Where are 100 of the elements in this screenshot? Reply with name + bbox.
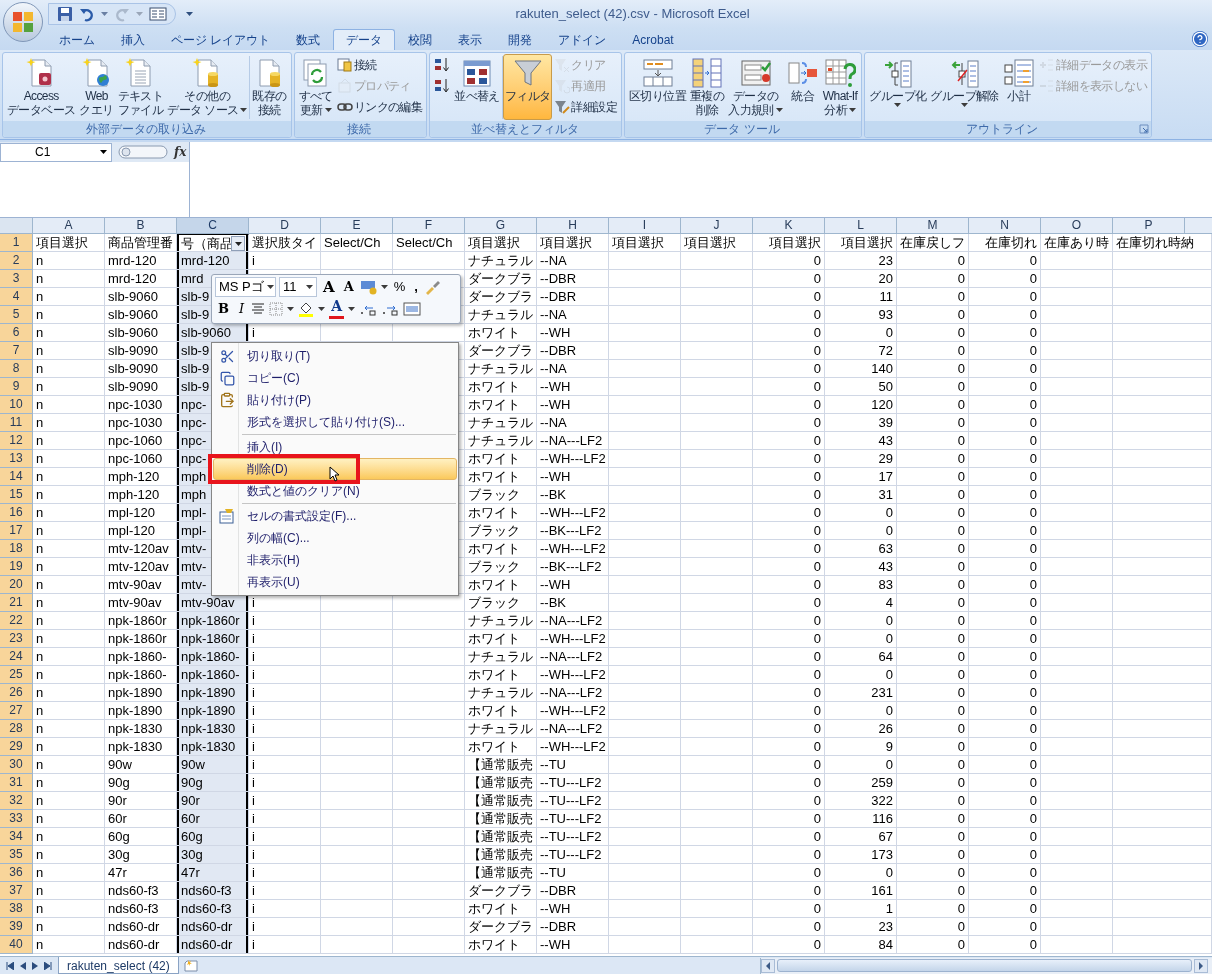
row-header[interactable]: 19 <box>0 558 33 576</box>
filter-dropdown-button[interactable] <box>231 236 245 251</box>
row-header[interactable]: 17 <box>0 522 33 540</box>
column-header[interactable]: I <box>609 218 681 234</box>
row-header[interactable]: 7 <box>0 342 33 360</box>
column-header[interactable]: B <box>105 218 177 234</box>
ribbon-button[interactable]: フィルタ <box>502 54 553 120</box>
ribbon-button[interactable]: 詳細設定 <box>552 96 619 117</box>
row-header[interactable]: 24 <box>0 648 33 666</box>
column-header[interactable]: J <box>681 218 753 234</box>
name-box[interactable]: C1 <box>0 142 112 162</box>
scroll-thumb[interactable] <box>777 959 1192 972</box>
ribbon-button[interactable]: 接続 <box>334 54 425 75</box>
row-header[interactable]: 15 <box>0 486 33 504</box>
row-header[interactable]: 13 <box>0 450 33 468</box>
ribbon-button[interactable]: テキスト ファイル <box>115 54 166 120</box>
row-header[interactable]: 29 <box>0 738 33 756</box>
comma-button[interactable]: , <box>411 277 421 297</box>
row-header[interactable]: 39 <box>0 918 33 936</box>
font-size-dropdown[interactable]: 11 <box>279 277 317 297</box>
ribbon-button[interactable]: グループ化 <box>867 54 929 120</box>
ribbon-tab[interactable]: データ <box>333 29 396 50</box>
row-header[interactable]: 40 <box>0 936 33 954</box>
ribbon-button[interactable]: 統合 <box>784 54 821 120</box>
ribbon-button[interactable]: Web クエリ <box>77 54 116 120</box>
ribbon-tab[interactable]: 挿入 <box>108 29 158 50</box>
column-header[interactable]: D <box>249 218 321 234</box>
font-color-button[interactable]: A <box>329 299 344 319</box>
column-header[interactable]: A <box>33 218 105 234</box>
row-header[interactable]: 18 <box>0 540 33 558</box>
row-header[interactable]: 32 <box>0 792 33 810</box>
font-dropdown[interactable]: MS Pゴ <box>215 277 276 297</box>
column-header[interactable]: K <box>753 218 825 234</box>
row-header[interactable]: 35 <box>0 846 33 864</box>
row-header[interactable]: 12 <box>0 432 33 450</box>
row-header[interactable]: 16 <box>0 504 33 522</box>
menu-item[interactable]: 削除(D) <box>213 458 457 480</box>
row-header[interactable]: 25 <box>0 666 33 684</box>
ribbon-tab[interactable]: ホーム <box>46 29 108 50</box>
row-header[interactable]: 8 <box>0 360 33 378</box>
column-header[interactable] <box>1185 218 1212 234</box>
horizontal-scrollbar[interactable] <box>760 957 1212 974</box>
row-header[interactable]: 11 <box>0 414 33 432</box>
ribbon-tab[interactable]: 数式 <box>283 29 334 50</box>
row-header[interactable]: 10 <box>0 396 33 414</box>
row-header[interactable]: 3 <box>0 270 33 288</box>
row-header[interactable]: 36 <box>0 864 33 882</box>
row-header[interactable]: 2 <box>0 252 33 270</box>
ribbon-button[interactable]: すべて 更新 <box>296 54 335 120</box>
sheet-tab[interactable]: rakuten_select (42) <box>58 957 179 974</box>
column-header[interactable]: E <box>321 218 393 234</box>
row-header[interactable]: 22 <box>0 612 33 630</box>
row-header[interactable]: 37 <box>0 882 33 900</box>
ribbon-tab[interactable]: アドイン <box>545 29 620 50</box>
ribbon-button[interactable]: グループ解除 <box>928 54 1001 120</box>
column-header[interactable]: F <box>393 218 465 234</box>
row-header[interactable]: 5 <box>0 306 33 324</box>
row-header[interactable]: 20 <box>0 576 33 594</box>
ribbon-button[interactable]: 既存の 接続 <box>250 54 289 120</box>
office-button[interactable] <box>3 2 43 42</box>
column-header[interactable]: G <box>465 218 537 234</box>
row-header[interactable]: 38 <box>0 900 33 918</box>
ribbon-button[interactable]: 区切り位置 <box>627 54 688 120</box>
row-header[interactable]: 28 <box>0 720 33 738</box>
shrink-font-button[interactable]: A <box>340 277 357 297</box>
column-header[interactable]: O <box>1041 218 1113 234</box>
row-header[interactable]: 23 <box>0 630 33 648</box>
row-header[interactable]: 30 <box>0 756 33 774</box>
column-header[interactable]: N <box>969 218 1041 234</box>
row-header[interactable]: 21 <box>0 594 33 612</box>
row-header[interactable]: 9 <box>0 378 33 396</box>
row-header[interactable]: 33 <box>0 810 33 828</box>
column-header[interactable]: C <box>177 218 249 234</box>
ribbon-button[interactable]: 重複の 削除 <box>688 54 727 120</box>
ribbon-button[interactable]: リンクの編集 <box>334 96 425 117</box>
help-icon[interactable] <box>1192 31 1208 47</box>
ribbon-button[interactable]: データの 入力規則 <box>726 54 785 120</box>
row-header[interactable]: 27 <box>0 702 33 720</box>
column-header[interactable]: P <box>1113 218 1185 234</box>
row-header[interactable]: 4 <box>0 288 33 306</box>
column-header[interactable]: M <box>897 218 969 234</box>
ribbon-tab[interactable]: Acrobat <box>619 29 687 50</box>
column-header[interactable]: L <box>825 218 897 234</box>
ribbon-tab[interactable]: 開発 <box>495 29 546 50</box>
ribbon-button[interactable]: What-If 分析 <box>820 54 860 120</box>
ribbon-button[interactable]: 並べ替え <box>452 54 502 120</box>
row-header[interactable]: 34 <box>0 828 33 846</box>
grow-font-button[interactable]: A <box>320 277 338 297</box>
row-header[interactable]: 1 <box>0 234 33 252</box>
column-header[interactable]: H <box>537 218 609 234</box>
ribbon-tab[interactable]: 表示 <box>445 29 496 50</box>
ribbon-tab[interactable]: 校閲 <box>395 29 446 50</box>
row-header[interactable]: 26 <box>0 684 33 702</box>
row-header[interactable]: 31 <box>0 774 33 792</box>
row-header[interactable]: 6 <box>0 324 33 342</box>
ribbon-button[interactable]: Access データベース <box>5 54 78 120</box>
ribbon-button[interactable]: その他の データ ソース <box>165 54 250 120</box>
function-label[interactable]: fx <box>174 143 187 161</box>
row-header[interactable]: 14 <box>0 468 33 486</box>
percent-button[interactable]: % <box>390 277 409 297</box>
